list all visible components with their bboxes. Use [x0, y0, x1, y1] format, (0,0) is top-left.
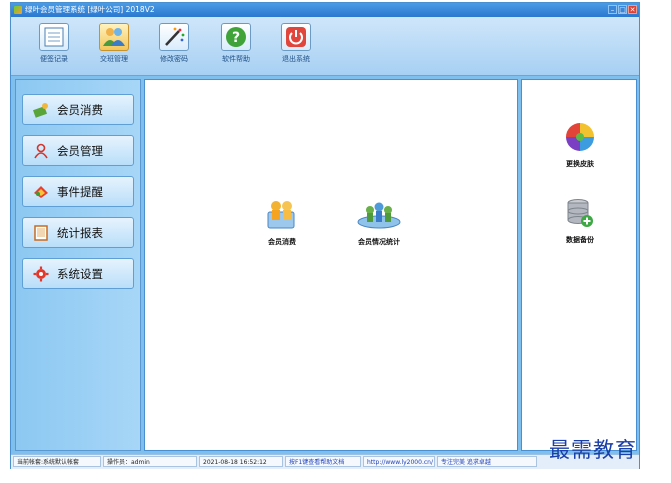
member-stats-shortcut[interactable]: 会员情况统计 — [345, 198, 413, 247]
users-group-icon — [99, 23, 129, 51]
color-wheel-icon — [566, 123, 594, 151]
data-backup-shortcut[interactable]: 数据备份 — [560, 198, 600, 245]
help-icon: ? — [221, 23, 251, 51]
status-operator: 操作员：admin — [103, 456, 197, 467]
cash-icon — [32, 102, 49, 118]
sidebar-item-label: 会员消费 — [57, 102, 103, 117]
sidebar-item-label: 会员管理 — [57, 143, 103, 158]
gear-icon — [33, 266, 49, 282]
sidebar-item-system-settings[interactable]: 系统设置 — [22, 258, 134, 289]
member-stats-icon — [357, 202, 401, 229]
toolbar: 便签记录 交班管理 修改密码 ? 软件帮助 退出系统 — [11, 17, 639, 76]
software-help-button[interactable]: ? 软件帮助 — [215, 23, 257, 69]
power-icon — [281, 23, 311, 51]
watermark: 最需教育 — [549, 438, 637, 462]
status-slogan: 专注完美 追求卓越 — [437, 456, 537, 467]
sidebar-item-label: 事件提醒 — [57, 184, 103, 199]
sidebar-item-member-consume[interactable]: 会员消费 — [22, 94, 134, 125]
maximize-button[interactable]: □ — [618, 5, 627, 14]
minimize-button[interactable]: – — [608, 5, 617, 14]
member-stats-label: 会员情况统计 — [358, 238, 400, 246]
sidebar-item-statistics-report[interactable]: 统计报表 — [22, 217, 134, 248]
reminder-icon — [33, 184, 49, 200]
status-account: 当前帐套:系统默认帐套 — [13, 456, 101, 467]
user-icon — [33, 143, 49, 159]
change-password-button[interactable]: 修改密码 — [153, 23, 195, 69]
app-icon — [14, 6, 22, 14]
shift-management-label: 交班管理 — [100, 55, 128, 63]
window-controls: – □ ✕ — [608, 5, 637, 14]
change-password-label: 修改密码 — [160, 55, 188, 63]
svg-text:?: ? — [232, 30, 240, 46]
title-bar: 绿叶会员管理系统 [绿叶公司] 2018V2 – □ ✕ — [11, 3, 639, 17]
notepad-icon — [39, 23, 69, 51]
status-datetime: 2021-08-18 16:52:12 — [199, 456, 283, 467]
sidebar-item-member-management[interactable]: 会员管理 — [22, 135, 134, 166]
exit-system-label: 退出系统 — [282, 55, 310, 63]
change-skin-label: 更换皮肤 — [566, 160, 594, 168]
sidebar-item-label: 统计报表 — [57, 225, 103, 240]
notes-label: 便签记录 — [40, 55, 68, 63]
close-button[interactable]: ✕ — [628, 5, 637, 14]
wand-icon — [159, 23, 189, 51]
app-window: 绿叶会员管理系统 [绿叶公司] 2018V2 – □ ✕ 便签记录 交班管理 修… — [10, 2, 640, 469]
software-help-label: 软件帮助 — [222, 55, 250, 63]
change-skin-shortcut[interactable]: 更换皮肤 — [560, 122, 600, 169]
status-website-link[interactable]: http://www.ly2000.cn/ — [363, 456, 435, 467]
status-help-hint: 按F1键查看帮助文档 — [285, 456, 361, 467]
right-panel: 更换皮肤 数据备份 — [521, 79, 637, 451]
sidebar-item-event-reminder[interactable]: 事件提醒 — [22, 176, 134, 207]
sidebar: 会员消费 会员管理 事件提醒 统计报表 系统设置 — [15, 79, 141, 451]
member-consume-label: 会员消费 — [268, 238, 296, 246]
data-backup-label: 数据备份 — [566, 236, 594, 244]
shift-management-button[interactable]: 交班管理 — [93, 23, 135, 69]
database-backup-icon — [567, 199, 593, 227]
notes-button[interactable]: 便签记录 — [33, 23, 75, 69]
member-consume-icon — [267, 201, 295, 229]
main-panel: 会员消费 会员情况统计 — [144, 79, 518, 451]
sidebar-item-label: 系统设置 — [57, 266, 103, 281]
exit-system-button[interactable]: 退出系统 — [275, 23, 317, 69]
window-title: 绿叶会员管理系统 [绿叶公司] 2018V2 — [25, 5, 155, 14]
status-bar: 当前帐套:系统默认帐套 操作员：admin 2021-08-18 16:52:1… — [11, 454, 639, 469]
member-consume-shortcut[interactable]: 会员消费 — [257, 198, 307, 247]
report-icon — [33, 224, 49, 241]
